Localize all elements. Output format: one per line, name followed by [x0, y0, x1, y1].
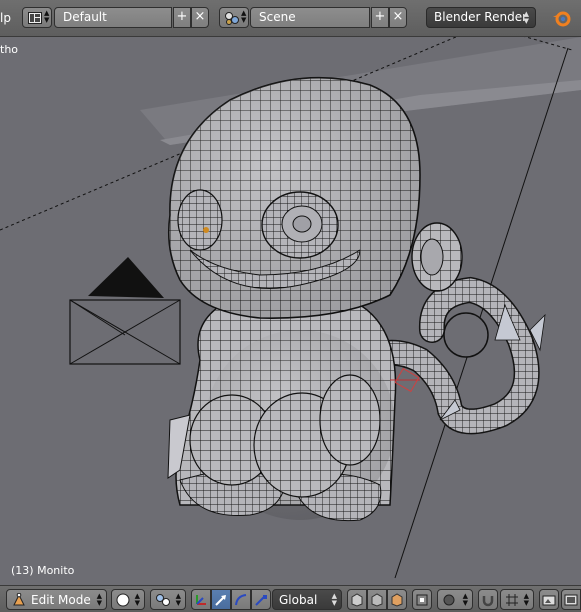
rotate-manipulator[interactable] [231, 589, 251, 610]
limit-selection-toggle[interactable] [412, 589, 432, 610]
updown-icon: ▲ ▼ [462, 592, 468, 607]
edge-select-mode[interactable] [367, 589, 387, 610]
render-image-icon [542, 595, 556, 605]
edit-mode-icon [13, 592, 25, 605]
transform-orientation-dropdown[interactable]: Global ▲ ▼ [272, 589, 342, 610]
cube-icon [391, 592, 403, 607]
opengl-render-animation-button[interactable] [561, 589, 581, 610]
updown-icon: ▲ ▼ [175, 592, 181, 607]
info-header: lp ▲ ▼ Default + × ▲ ▼ Scene + × Blender R… [0, 0, 581, 37]
cube-icon [371, 592, 383, 607]
blender-logo-icon[interactable] [551, 8, 573, 28]
add-layout-button[interactable]: + [173, 7, 191, 28]
render-engine-dropdown[interactable]: Blender Render ▲ ▼ [426, 7, 536, 28]
arrow-icon [215, 594, 226, 606]
pivot-point-dropdown[interactable]: ▲ ▼ [150, 589, 186, 610]
monkey-mesh [167, 76, 546, 522]
snap-grid-icon [506, 593, 518, 606]
manipulator-toggle[interactable] [191, 589, 211, 610]
cube-icon [351, 592, 363, 607]
proportional-editing-dropdown[interactable]: ▲ ▼ [437, 589, 473, 610]
magnet-icon [482, 595, 494, 606]
viewport-canvas [0, 37, 581, 579]
help-menu[interactable]: lp [0, 11, 11, 25]
proportional-icon [443, 594, 455, 605]
updown-icon: ▲ ▼ [523, 592, 529, 607]
3d-view-header: Edit Mode ▲ ▼ ▲ ▼ ▲ ▼ Global ▲ ▼ ▲ ▼ ▲ ▼ [0, 585, 581, 612]
remove-layout-button[interactable]: × [191, 7, 209, 28]
rotate-arc-icon [235, 593, 247, 605]
mode-label: Edit Mode [31, 592, 91, 607]
updown-icon: ▲ ▼ [44, 9, 50, 24]
manipulator-icon [196, 594, 206, 605]
remove-scene-button[interactable]: × [389, 7, 407, 28]
solid-shading-icon [116, 593, 130, 606]
orientation-label: Global [279, 592, 318, 607]
render-engine-label: Blender Render [434, 10, 528, 24]
screen-layout-field[interactable]: Default [54, 7, 172, 28]
scene-field[interactable]: Scene [250, 7, 370, 28]
add-scene-button[interactable]: + [371, 7, 389, 28]
face-select-mode[interactable] [387, 589, 407, 610]
opengl-render-button[interactable] [539, 589, 559, 610]
scale-manipulator[interactable] [251, 589, 271, 610]
snap-toggle[interactable] [478, 589, 498, 610]
screen-layout-selector[interactable]: ▲ ▼ [22, 7, 52, 28]
pivot-icon [156, 593, 170, 606]
updown-icon: ▲ ▼ [523, 10, 529, 25]
limit-selection-icon [416, 594, 428, 605]
translate-manipulator[interactable] [211, 589, 231, 610]
scene-selector[interactable]: ▲ ▼ [219, 7, 249, 28]
view-name-label: tho [0, 43, 19, 56]
layout-icon [26, 10, 44, 25]
film-icon [564, 594, 578, 605]
scene-icon [223, 10, 241, 25]
viewport-shading-dropdown[interactable]: ▲ ▼ [111, 589, 145, 610]
updown-icon: ▲ ▼ [134, 592, 140, 607]
camera-object [69, 257, 181, 365]
vertex-select-mode[interactable] [347, 589, 367, 610]
updown-icon: ▲ ▼ [331, 592, 337, 607]
3d-viewport[interactable]: tho (13) Monito [0, 37, 581, 585]
updown-icon: ▲ ▼ [241, 9, 247, 24]
mode-selector[interactable]: Edit Mode ▲ ▼ [6, 589, 107, 610]
active-object-label: (13) Monito [11, 564, 75, 577]
snap-element-dropdown[interactable]: ▲ ▼ [500, 589, 534, 610]
updown-icon: ▲ ▼ [96, 592, 102, 607]
scale-icon [255, 594, 267, 606]
